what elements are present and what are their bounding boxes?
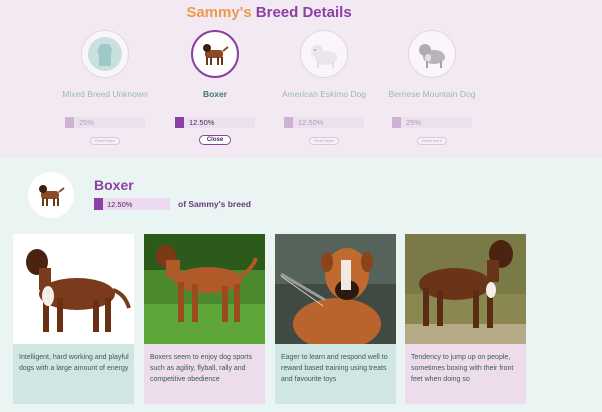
breed-name: American Eskimo Dog	[281, 89, 367, 99]
detail-percent: 12.50%	[107, 200, 133, 209]
breed-avatar[interactable]	[81, 30, 129, 78]
breed-avatar[interactable]	[191, 30, 239, 78]
breed-name: Bernese Mountain Dog	[388, 89, 476, 99]
read-more-button[interactable]: Read more	[417, 137, 447, 145]
detail-breed-name: Boxer	[94, 177, 134, 193]
fact-card: Intelligent, hard working and playful do…	[13, 234, 134, 404]
fact-caption: Boxers seem to enjoy dog sports such as …	[144, 344, 265, 404]
dog-silhouette-icon	[88, 37, 122, 71]
breed-header-panel: Sammy's Breed Details Mixed Breed Unknow…	[0, 0, 602, 158]
breed-percent: 25%	[79, 118, 95, 127]
breed-item-american-eskimo[interactable]: American Eskimo Dog 12.50% Read more	[269, 30, 379, 145]
page-title: Sammy's Breed Details	[0, 4, 538, 21]
boxer-portrait-photo	[275, 234, 396, 344]
read-more-button[interactable]: Read more	[309, 137, 339, 145]
detail-percent-fill	[94, 198, 103, 210]
breed-item-bernese[interactable]: Bernese Mountain Dog 25% Read more	[377, 30, 487, 145]
close-button[interactable]: Close	[199, 135, 231, 145]
boxer-standing-photo	[405, 234, 526, 344]
breed-percent-fill	[65, 117, 74, 128]
breed-item-boxer[interactable]: Boxer 12.50% Close	[160, 30, 270, 145]
breed-percent-bar: 12.50%	[175, 117, 255, 128]
detail-percent-caption: of Sammy's breed	[178, 199, 251, 209]
breed-percent-bar: 12.50%	[284, 117, 364, 128]
boxer-photo	[13, 234, 134, 344]
breed-name: Boxer	[202, 89, 228, 99]
breed-percent: 12.50%	[189, 118, 215, 127]
title-text: Breed Details	[255, 4, 352, 21]
fact-card: Eager to learn and respond well to rewar…	[275, 234, 396, 404]
breed-name: Mixed Breed Unknown	[62, 89, 148, 99]
boxer-grass-photo	[144, 234, 265, 344]
detail-avatar	[28, 172, 74, 218]
breed-percent: 12.50%	[298, 118, 324, 127]
fact-card: Tendency to jump up on people, sometimes…	[405, 234, 526, 404]
eskimo-dog-icon	[311, 45, 337, 68]
boxer-dog-icon	[203, 44, 229, 65]
breed-percent-bar: 25%	[392, 117, 472, 128]
breed-percent-bar: 25%	[65, 117, 145, 128]
breed-percent-fill	[175, 117, 184, 128]
bernese-dog-icon	[419, 44, 445, 68]
breed-percent-fill	[392, 117, 401, 128]
fact-card: Boxers seem to enjoy dog sports such as …	[144, 234, 265, 404]
boxer-dog-icon	[39, 185, 65, 206]
breed-percent: 25%	[406, 118, 422, 127]
fact-caption: Intelligent, hard working and playful do…	[13, 344, 134, 404]
detail-percent-bar: 12.50%	[94, 198, 170, 210]
breed-percent-fill	[284, 117, 293, 128]
breed-avatar[interactable]	[300, 30, 348, 78]
fact-caption: Tendency to jump up on people, sometimes…	[405, 344, 526, 404]
breed-item-mixed[interactable]: Mixed Breed Unknown 25% Read more	[50, 30, 160, 145]
title-dog-name: Sammy's	[186, 4, 252, 21]
read-more-button[interactable]: Read more	[90, 137, 120, 145]
breed-avatar[interactable]	[408, 30, 456, 78]
fact-caption: Eager to learn and respond well to rewar…	[275, 344, 396, 404]
